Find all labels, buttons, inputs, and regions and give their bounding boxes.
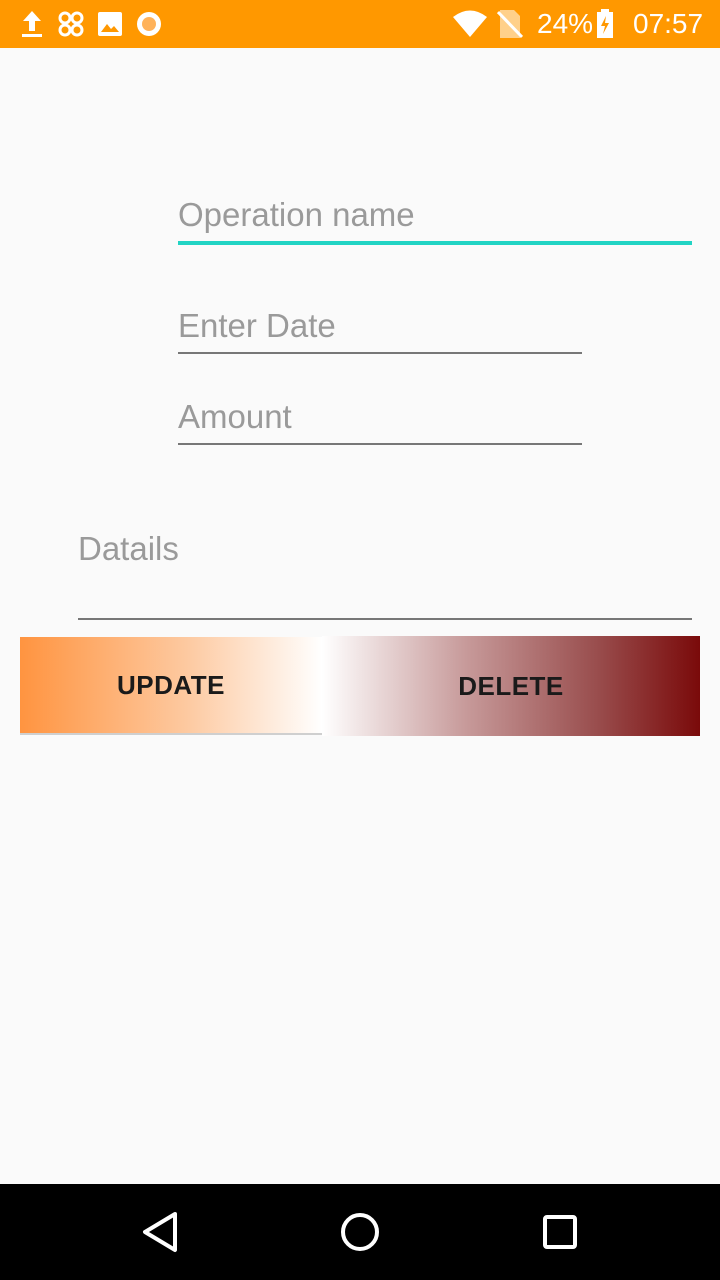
circle-notification-icon (134, 8, 164, 40)
back-icon[interactable] (132, 1204, 188, 1260)
operation-name-field (178, 188, 692, 245)
battery-charging-icon (594, 8, 616, 40)
amount-input[interactable] (178, 391, 582, 445)
navigation-bar (0, 1184, 720, 1280)
no-sim-icon (496, 8, 524, 40)
battery-percent: 24% (537, 8, 594, 39)
status-bar: 24% 07:57 (0, 0, 720, 48)
pinwheel-icon (56, 8, 86, 40)
date-field (178, 300, 582, 354)
edit-operation-screen: UPDATE DELETE (0, 48, 720, 1184)
date-input[interactable] (178, 300, 582, 354)
operation-name-input[interactable] (178, 188, 692, 245)
recents-icon[interactable] (532, 1204, 588, 1260)
delete-button[interactable]: DELETE (322, 636, 700, 736)
upload-icon (18, 8, 46, 40)
home-icon[interactable] (332, 1204, 388, 1260)
amount-field (178, 391, 582, 445)
clock: 07:57 (633, 8, 704, 39)
details-input[interactable] (78, 524, 692, 620)
update-button[interactable]: UPDATE (20, 637, 322, 735)
image-icon (96, 8, 124, 40)
details-field (78, 524, 692, 620)
wifi-icon (452, 8, 488, 40)
